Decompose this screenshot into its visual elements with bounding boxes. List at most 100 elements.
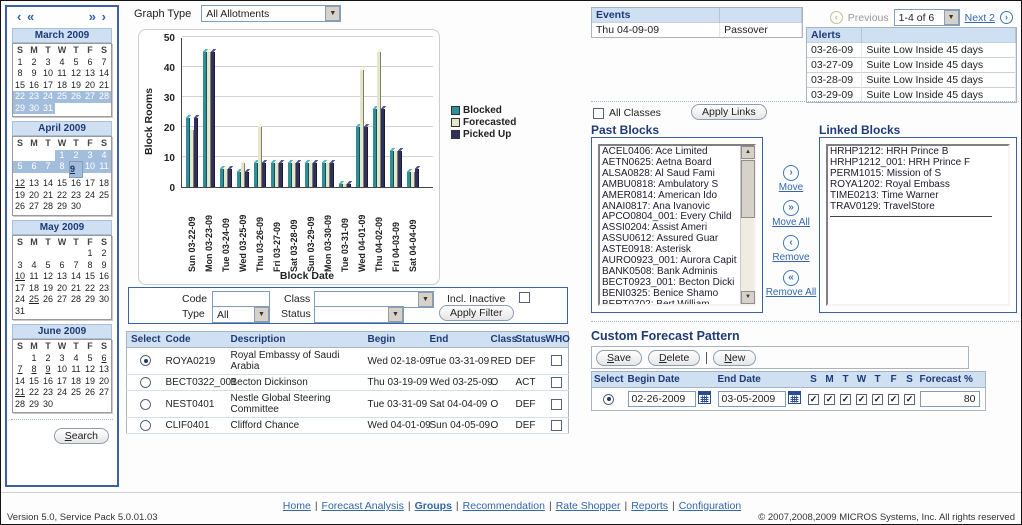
calendar-day[interactable]: 19: [69, 80, 83, 92]
calendar-day[interactable]: 16: [69, 178, 83, 190]
begin-date-input[interactable]: 02-26-2009: [628, 391, 696, 407]
calendar-day[interactable]: 9: [41, 364, 55, 376]
linked-block-item[interactable]: TIME0213: Time Warner: [830, 191, 1006, 202]
calendar-day[interactable]: 27: [97, 387, 111, 399]
calendar-day[interactable]: 11: [69, 364, 83, 376]
row-select-radio[interactable]: [140, 355, 151, 366]
search-button[interactable]: Search: [54, 428, 109, 444]
day-checkbox-3[interactable]: ✓: [856, 394, 867, 405]
new-button[interactable]: New: [713, 350, 756, 366]
calendar-day[interactable]: 31: [13, 306, 27, 318]
calendar-day[interactable]: 17: [55, 376, 69, 388]
footer-link-rate-shopper[interactable]: Rate Shopper: [556, 500, 621, 512]
next-year-icon[interactable]: »: [89, 9, 97, 24]
calendar-day[interactable]: 11: [55, 68, 69, 80]
calendar-day[interactable]: 24: [55, 387, 69, 399]
calendar-day[interactable]: 15: [83, 271, 97, 283]
calendar-day[interactable]: 23: [97, 283, 111, 295]
calendar-day[interactable]: 28: [97, 91, 111, 103]
past-blocks-scrollbar[interactable]: ▲ ▼: [740, 146, 754, 304]
calendar-day[interactable]: 12: [83, 364, 97, 376]
graph-type-select[interactable]: All Allotments ▼: [201, 5, 341, 22]
calendar-day[interactable]: 26: [69, 91, 83, 103]
remove-all-icon[interactable]: «: [783, 270, 799, 286]
calendar-day[interactable]: 26: [83, 387, 97, 399]
dropdown-arrow-icon[interactable]: ▼: [325, 6, 340, 21]
past-block-item[interactable]: AMER0814: American Ido: [602, 191, 738, 202]
calendar-day[interactable]: 19: [13, 190, 27, 202]
calendar-day[interactable]: 1: [27, 353, 41, 365]
calendar-day[interactable]: 25: [27, 294, 41, 306]
cfp-select-radio[interactable]: [603, 394, 614, 405]
calendar-day[interactable]: 27: [55, 294, 69, 306]
calendar-day[interactable]: 8: [55, 161, 69, 173]
calendar-day[interactable]: 11: [27, 271, 41, 283]
row-select-radio[interactable]: [140, 399, 151, 410]
calendar-day[interactable]: 30: [69, 201, 83, 213]
day-checkbox-5[interactable]: ✓: [888, 394, 899, 405]
calendar-day[interactable]: 20: [27, 190, 41, 202]
type-select[interactable]: All ▼: [212, 306, 270, 323]
footer-link-reports[interactable]: Reports: [631, 500, 668, 512]
calendar-day[interactable]: 14: [13, 376, 27, 388]
scroll-down-icon[interactable]: ▼: [741, 291, 755, 304]
calendar-day[interactable]: 28: [13, 399, 27, 411]
past-block-item[interactable]: AMBU0818: Ambulatory S: [602, 180, 738, 191]
calendar-day[interactable]: 24: [41, 91, 55, 103]
calendar-day[interactable]: 25: [55, 91, 69, 103]
past-blocks-listbox[interactable]: ACEL0406: Ace LimitedAETN0625: Aetna Boa…: [598, 144, 756, 306]
calendar-day[interactable]: 17: [83, 178, 97, 190]
who-checkbox[interactable]: [551, 420, 562, 431]
calendar-day[interactable]: 14: [69, 271, 83, 283]
calendar-day[interactable]: 22: [27, 387, 41, 399]
dropdown-arrow-icon[interactable]: ▼: [944, 10, 959, 25]
code-input[interactable]: [212, 291, 270, 307]
calendar-day[interactable]: 17: [41, 80, 55, 92]
remove-icon[interactable]: ‹: [783, 235, 799, 251]
apply-filter-button[interactable]: Apply Filter: [439, 305, 514, 321]
calendar-day[interactable]: 4: [69, 353, 83, 365]
calendar-day[interactable]: 6: [83, 57, 97, 69]
calendar-day[interactable]: 20: [55, 283, 69, 295]
footer-link-forecast-analysis[interactable]: Forecast Analysis: [322, 500, 404, 512]
calendar-icon[interactable]: [698, 391, 711, 407]
status-select[interactable]: ▼: [314, 306, 404, 323]
day-checkbox-1[interactable]: ✓: [824, 394, 835, 405]
who-checkbox[interactable]: [551, 377, 562, 388]
calendar-day[interactable]: 5: [69, 57, 83, 69]
calendar-day[interactable]: 21: [13, 387, 27, 399]
calendar-day[interactable]: 10: [83, 161, 97, 173]
save-button[interactable]: Save: [596, 350, 642, 366]
all-classes-checkbox[interactable]: [593, 108, 604, 119]
calendar-day[interactable]: 9: [27, 68, 41, 80]
calendar-day[interactable]: 10: [55, 364, 69, 376]
calendar-day[interactable]: 12: [69, 68, 83, 80]
previous-page-icon[interactable]: ‹: [830, 11, 843, 24]
move-link[interactable]: Move: [779, 182, 803, 193]
calendar-day[interactable]: 27: [27, 201, 41, 213]
footer-link-recommendation[interactable]: Recommendation: [463, 500, 545, 512]
calendar-day[interactable]: 28: [41, 201, 55, 213]
calendar-day[interactable]: 29: [83, 294, 97, 306]
calendar-day[interactable]: 18: [27, 283, 41, 295]
footer-link-groups[interactable]: Groups: [415, 500, 452, 512]
end-date-input[interactable]: 03-05-2009: [718, 391, 786, 407]
calendar-day[interactable]: 22: [13, 91, 27, 103]
calendar-day[interactable]: 28: [69, 294, 83, 306]
dropdown-arrow-icon[interactable]: ▼: [254, 307, 269, 322]
day-checkbox-2[interactable]: ✓: [840, 394, 851, 405]
scrollbar-thumb[interactable]: [741, 160, 755, 218]
calendar-day[interactable]: 31: [41, 103, 55, 115]
calendar-day[interactable]: 25: [97, 190, 111, 202]
calendar-day[interactable]: 25: [69, 387, 83, 399]
calendar-day[interactable]: 3: [83, 150, 97, 162]
who-checkbox[interactable]: [551, 355, 562, 366]
calendar-day[interactable]: 21: [97, 80, 111, 92]
calendar-day[interactable]: 14: [97, 68, 111, 80]
calendar-day[interactable]: 4: [97, 150, 111, 162]
calendar-day[interactable]: 23: [27, 91, 41, 103]
calendar-day[interactable]: 26: [13, 201, 27, 213]
calendar-day[interactable]: 15: [55, 178, 69, 190]
calendar-day[interactable]: 5: [41, 260, 55, 272]
calendar-day[interactable]: 19: [41, 283, 55, 295]
